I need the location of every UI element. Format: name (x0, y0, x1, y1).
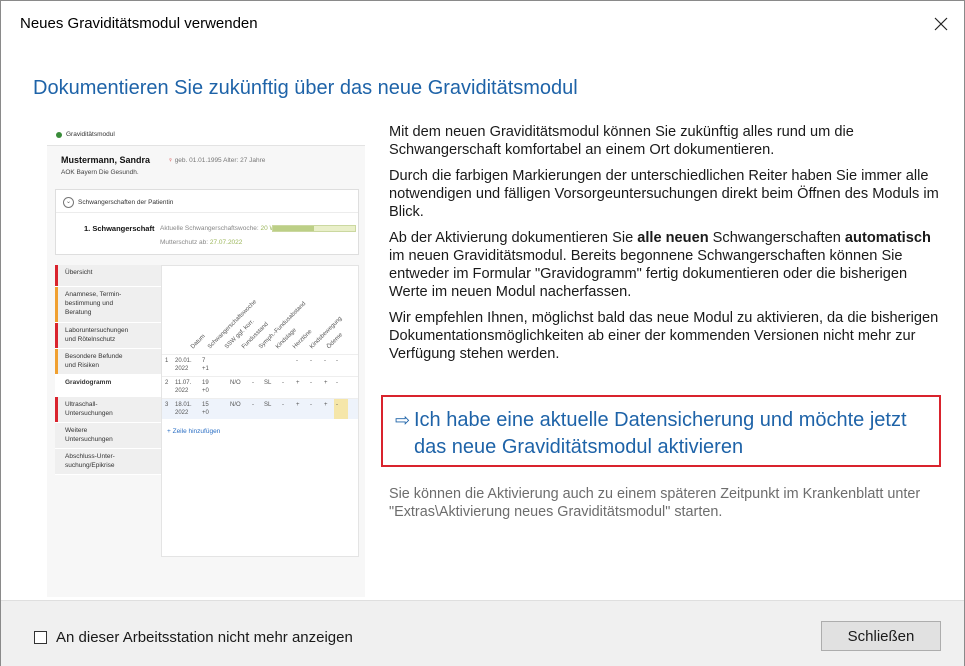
preview-grid-cell: - (336, 380, 338, 386)
preview-grid-cell: - (310, 358, 312, 364)
preview-grid-cell: - (252, 380, 254, 386)
preview-grid-cell: - (310, 380, 312, 386)
close-icon (934, 17, 948, 31)
preview-grid-cell: - (324, 358, 326, 364)
preview-nav-item: Abschluss-Unter-suchung/Epikrise (55, 449, 161, 475)
description-text: Mit dem neuen Graviditätsmodul können Si… (389, 123, 949, 371)
preview-grid-cell: 20.01. 2022 (175, 358, 192, 372)
paragraph-2: Durch die farbigen Markierungen der unte… (389, 168, 939, 220)
preview-nav-list: Übersicht Anamnese, Termin-bestimmung und… (55, 265, 161, 475)
window-title: Neues Graviditätsmodul verwenden (20, 15, 258, 32)
preview-grid-cell: + (324, 402, 328, 408)
preview-grid-cell: 18.01. 2022 (175, 402, 192, 416)
preview-grid-cell: SL (264, 380, 272, 386)
preview-grid-row: 3 18.01. 2022 15 +0 N/O - SL - + - + - (162, 398, 358, 419)
preview-grid-cell: 19 +0 (202, 380, 209, 394)
preview-pregnancy-label: 1. Schwangerschaft (84, 224, 155, 233)
preview-grid-cell: - (336, 402, 338, 408)
dialog-footer: An dieser Arbeitsstation nicht mehr anze… (1, 600, 964, 666)
module-preview-image: Graviditätsmodul Mustermann, Sandra ♀ ge… (47, 125, 365, 597)
preview-dob-text: geb. 01.01.1995 Alter: 27 Jahre (174, 157, 266, 164)
module-logo-icon (56, 132, 62, 138)
activate-link-line-1: Ich habe eine aktuelle Datensicherung un… (414, 409, 907, 431)
preview-nav-item: Weitere Untersuchungen (55, 423, 161, 449)
preview-grid-cell: - (296, 358, 298, 364)
paragraph-3-text-c: im neuen Graviditätsmodul. Bereits begon… (389, 248, 908, 300)
paragraph-1: Mit dem neuen Graviditätsmodul können Si… (389, 124, 854, 158)
preview-grid-cell: + (296, 380, 300, 386)
preview-nav-item: Übersicht (55, 265, 161, 287)
preview-insurance: AOK Bayern Die Gesundh. (61, 169, 139, 176)
activate-module-link[interactable]: ⇨ Ich habe eine aktuelle Datensicherung … (395, 407, 935, 461)
paragraph-3: Ab der Aktivierung dokumentieren Sie all… (389, 229, 949, 301)
close-button[interactable]: Schließen (821, 621, 941, 651)
preview-grid-cell: 7 +1 (202, 358, 209, 372)
preview-grid-cell: N/O (230, 380, 241, 386)
preview-grid-cell: 2 (165, 380, 169, 386)
preview-mutterschutz: Mutterschutz ab: 27.07.2022 (160, 239, 242, 246)
preview-app-title: Graviditätsmodul (66, 131, 115, 138)
preview-grid-cell: + (324, 380, 328, 386)
preview-grid-cell: 11.07. 2022 (175, 380, 192, 394)
close-window-button[interactable] (918, 1, 964, 47)
paragraph-3-bold-2: automatisch (844, 230, 931, 246)
preview-nav-item: Besondere Befunde und Risiken (55, 349, 161, 375)
paragraph-4: Wir empfehlen Ihnen, möglichst bald das … (389, 310, 939, 362)
preview-mutterschutz-value: 27.07.2022 (209, 239, 243, 246)
dialog-window: Neues Graviditätsmodul verwenden Dokumen… (0, 0, 965, 666)
preview-grid-cell: - (310, 402, 312, 408)
preview-patient-name: Mustermann, Sandra (61, 155, 151, 165)
paragraph-3-text-a: Ab der Aktivierung dokumentieren Sie (389, 230, 638, 246)
activation-note: Sie können die Aktivierung auch zu einem… (389, 486, 921, 520)
chevron-icon: ⌄ (63, 197, 74, 208)
preview-mutterschutz-label: Mutterschutz ab: (160, 239, 209, 246)
dont-show-again-label[interactable]: An dieser Arbeitsstation nicht mehr anze… (56, 629, 353, 646)
arrow-right-icon: ⇨ (395, 410, 411, 430)
divider (56, 212, 358, 213)
preview-grid-cell: - (282, 380, 284, 386)
preview-column-header: Datum (190, 333, 207, 351)
preview-grid-row: 1 20.01. 2022 7 +1 - - - - (162, 354, 358, 375)
paragraph-3-bold-1: alle neuen (637, 230, 709, 246)
dont-show-again-option[interactable]: An dieser Arbeitsstation nicht mehr anze… (34, 629, 353, 646)
preview-gravidogramm-grid: + Zeile hinzufügen Datum Schwangerschafts… (161, 265, 359, 557)
preview-grid-cell: 15 +0 (202, 402, 209, 416)
preview-column-header: Ödeme (326, 332, 345, 351)
female-icon: ♀ (168, 157, 173, 164)
preview-pregnancy-progress (272, 225, 356, 232)
preview-grid-row: 2 11.07. 2022 19 +0 N/O - SL - + - + - (162, 376, 358, 397)
preview-grid-cell: - (336, 358, 338, 364)
preview-patient-dob: ♀ geb. 01.01.1995 Alter: 27 Jahre (168, 157, 265, 164)
paragraph-3-text-b: Schwangerschaften (708, 230, 845, 246)
dont-show-again-checkbox[interactable] (34, 631, 47, 644)
preview-grid-cell: - (252, 402, 254, 408)
preview-add-row-link: + Zeile hinzufügen (167, 428, 221, 435)
preview-card-title: Schwangerschaften der Patientin (78, 199, 174, 206)
preview-nav-item: Ultraschall- Untersuchungen (55, 397, 161, 423)
activate-link-line-2: das neue Graviditätsmodul aktivieren (414, 436, 744, 458)
dialog-heading: Dokumentieren Sie zukünftig über das neu… (33, 77, 578, 99)
preview-grid-cell: 3 (165, 402, 169, 408)
preview-grid-cell: + (296, 402, 300, 408)
preview-nav-item: Laboruntersuchungen und Rötelnschutz (55, 323, 161, 349)
preview-grid-cell: SL (264, 402, 272, 408)
preview-progress-fill (273, 226, 314, 231)
preview-grid-cell: N/O (230, 402, 241, 408)
preview-header: Graviditätsmodul (47, 125, 365, 146)
preview-ssw-label: Aktuelle Schwangerschaftswoche: (160, 225, 259, 232)
preview-nav-item: Gravidogramm (55, 375, 161, 397)
preview-nav-item: Anamnese, Termin-bestimmung und Beratung (55, 287, 161, 323)
preview-grid-cell: - (282, 402, 284, 408)
preview-pregnancy-card: ⌄ Schwangerschaften der Patientin 1. Sch… (55, 189, 359, 255)
title-bar: Neues Graviditätsmodul verwenden (1, 1, 964, 47)
preview-grid-cell: 1 (165, 358, 169, 364)
